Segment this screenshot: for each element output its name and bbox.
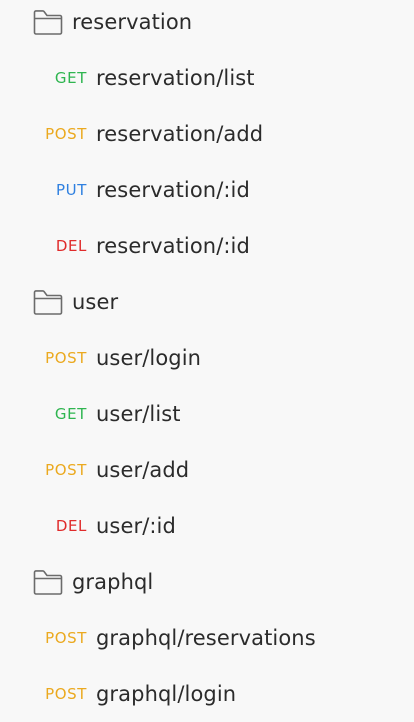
folder-reservation[interactable]: reservation [0, 0, 414, 50]
request-item[interactable]: PUT reservation/:id [0, 162, 414, 218]
folder-name: reservation [72, 10, 193, 34]
folder-icon [33, 10, 63, 35]
folder-name: graphql [72, 570, 154, 594]
method-badge: POST [45, 349, 87, 367]
method-badge: GET [54, 405, 87, 423]
request-path: reservation/:id [96, 234, 250, 258]
request-item[interactable]: POST reservation/add [0, 106, 414, 162]
folder-user[interactable]: user [0, 274, 414, 330]
folder-icon [33, 290, 63, 315]
request-item[interactable]: POST user/login [0, 330, 414, 386]
request-item[interactable]: DEL user/:id [0, 498, 414, 554]
folder-icon [33, 570, 63, 595]
method-badge: DEL [55, 517, 87, 535]
request-item[interactable]: GET reservation/list [0, 50, 414, 106]
method-badge: POST [45, 461, 87, 479]
method-badge: POST [45, 125, 87, 143]
request-path: user/add [96, 458, 190, 482]
method-badge: POST [45, 685, 87, 703]
request-path: user/:id [96, 514, 176, 538]
request-item[interactable]: POST graphql/login [0, 666, 414, 722]
request-item[interactable]: DEL reservation/:id [0, 218, 414, 274]
request-path: graphql/reservations [96, 626, 316, 650]
request-item[interactable]: GET user/list [0, 386, 414, 442]
request-item[interactable]: POST user/add [0, 442, 414, 498]
request-path: reservation/list [96, 66, 255, 90]
method-badge: POST [45, 629, 87, 647]
request-path: user/login [96, 346, 202, 370]
folder-name: user [72, 290, 119, 314]
request-path: user/list [96, 402, 181, 426]
request-path: graphql/login [96, 682, 237, 706]
request-path: reservation/:id [96, 178, 250, 202]
request-item[interactable]: POST graphql/reservations [0, 610, 414, 666]
method-badge: DEL [55, 237, 87, 255]
folder-graphql[interactable]: graphql [0, 554, 414, 610]
method-badge: GET [54, 69, 87, 87]
request-path: reservation/add [96, 122, 264, 146]
method-badge: PUT [56, 181, 87, 199]
